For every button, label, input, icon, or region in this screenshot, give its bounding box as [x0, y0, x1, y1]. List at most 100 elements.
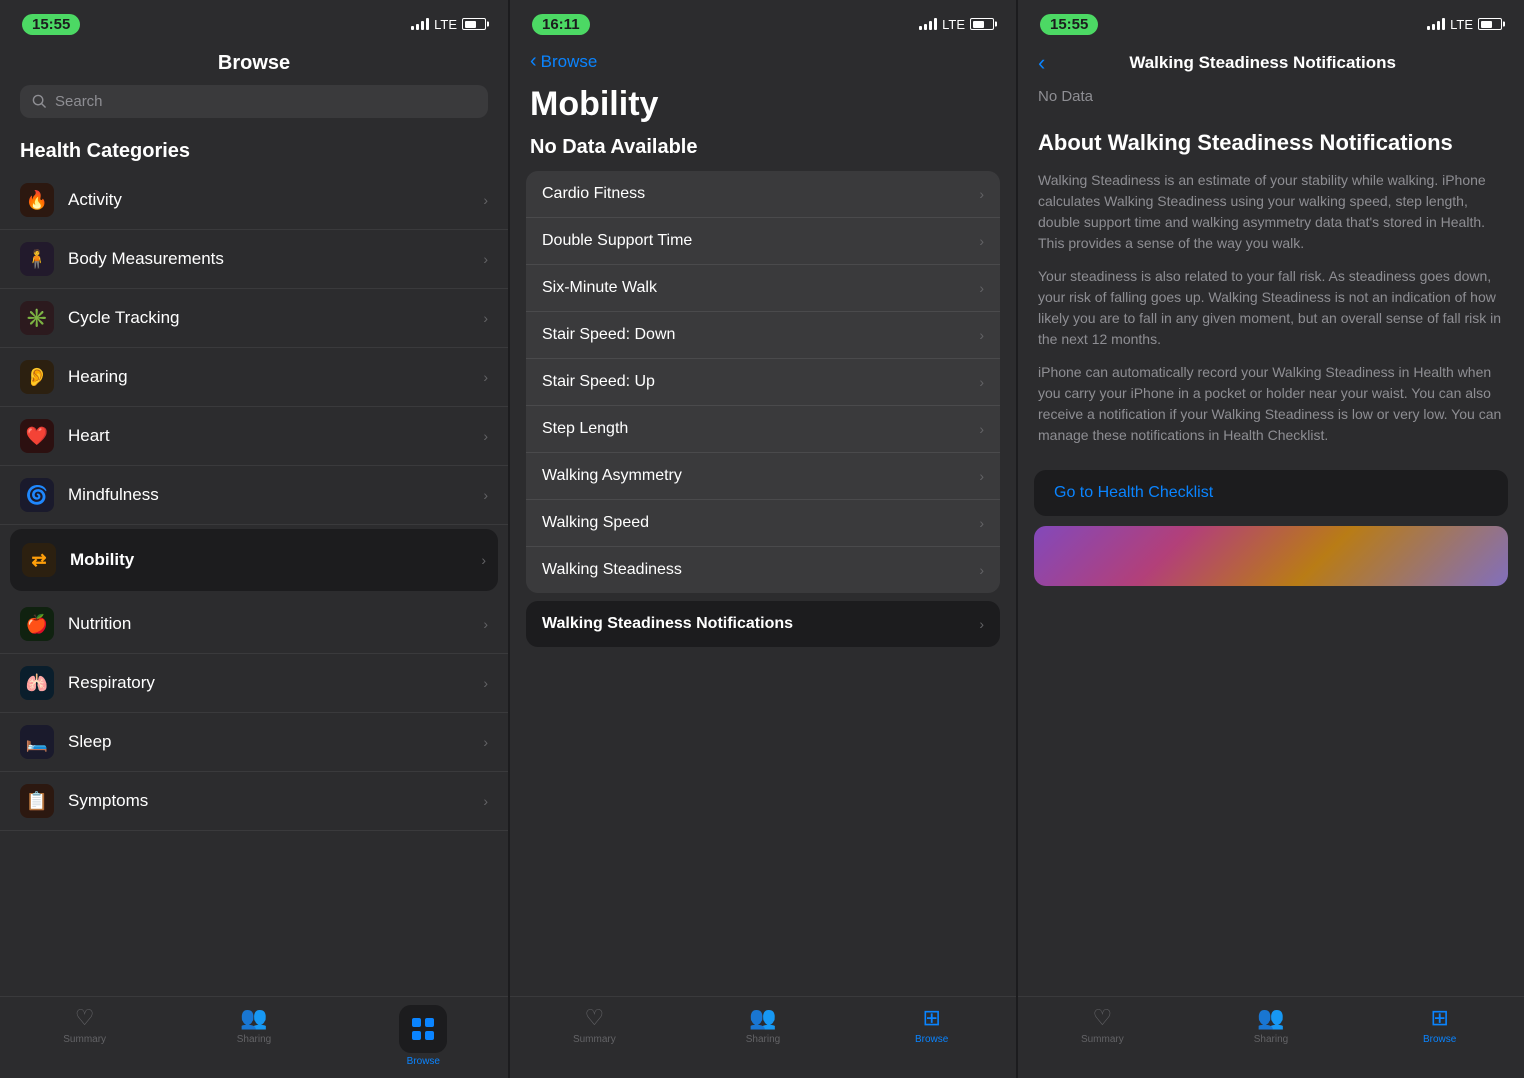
ws-paragraph-2: Your steadiness is also related to your …: [1038, 266, 1504, 350]
category-label-mindfulness: Mindfulness: [68, 485, 483, 505]
browse-header: Browse Search: [0, 44, 508, 128]
browse-tab-label: Browse: [407, 1056, 440, 1067]
back-label: Browse: [541, 52, 598, 72]
tab-browse[interactable]: ⊞ Browse: [847, 1005, 1016, 1045]
tab-sharing[interactable]: 👥 Sharing: [1187, 1005, 1356, 1045]
tab-sharing[interactable]: 👥 Sharing: [169, 1005, 338, 1045]
mobility-item-label: Stair Speed: Up: [542, 373, 979, 391]
tab-summary[interactable]: ♡ Summary: [510, 1005, 679, 1045]
category-label-cycle: Cycle Tracking: [68, 308, 483, 328]
category-item-heart[interactable]: ❤️ Heart ›: [0, 407, 508, 466]
back-chevron-icon: ‹: [1038, 50, 1045, 76]
search-bar[interactable]: Search: [20, 85, 488, 118]
status-bar: 15:55 LTE: [0, 0, 508, 44]
mobility-list: Cardio Fitness › Double Support Time › S…: [526, 171, 1000, 593]
ws-preview-image: [1034, 526, 1508, 586]
activity-icon: 🔥: [20, 183, 54, 217]
mobility-item-stair-up[interactable]: Stair Speed: Up ›: [526, 359, 1000, 406]
nav-header: ‹ Browse: [510, 44, 1016, 81]
phone-browse: 15:55 LTE Browse Search: [0, 0, 508, 1078]
status-icons: LTE: [411, 17, 486, 32]
category-item-hearing[interactable]: 👂 Hearing ›: [0, 348, 508, 407]
back-button[interactable]: ‹: [1038, 50, 1045, 76]
battery-icon: [462, 18, 486, 30]
mobility-item-label: Six-Minute Walk: [542, 279, 979, 297]
carrier-label: LTE: [434, 17, 457, 32]
chevron-icon: ›: [483, 487, 488, 503]
mobility-item-double-support[interactable]: Double Support Time ›: [526, 218, 1000, 265]
category-item-sleep[interactable]: 🛏️ Sleep ›: [0, 713, 508, 772]
category-label-nutrition: Nutrition: [68, 614, 483, 634]
category-item-cycle[interactable]: ✳️ Cycle Tracking ›: [0, 289, 508, 348]
screen-content: Browse Search Health Categories 🔥 Activi…: [0, 44, 508, 996]
mobility-item-stair-down[interactable]: Stair Speed: Down ›: [526, 312, 1000, 359]
tab-sharing[interactable]: 👥 Sharing: [679, 1005, 848, 1045]
category-item-body[interactable]: 🧍 Body Measurements ›: [0, 230, 508, 289]
mobility-item-label: Stair Speed: Down: [542, 326, 979, 344]
chevron-icon: ›: [483, 793, 488, 809]
tab-bar: ♡ Summary 👥 Sharing ⊞ Browse: [510, 996, 1016, 1078]
mobility-item-walking-asym[interactable]: Walking Asymmetry ›: [526, 453, 1000, 500]
category-label-activity: Activity: [68, 190, 483, 210]
tab-bar: ♡ Summary 👥 Sharing ⊞ Browse: [1018, 996, 1524, 1078]
category-label-respiratory: Respiratory: [68, 673, 483, 693]
category-list: 🔥 Activity › 🧍 Body Measurements › ✳️ Cy…: [0, 171, 508, 996]
sharing-tab-label: Sharing: [237, 1034, 271, 1045]
tab-browse[interactable]: ⊞ Browse: [1355, 1005, 1524, 1045]
tab-summary[interactable]: ♡ Summary: [0, 1005, 169, 1045]
tab-summary[interactable]: ♡ Summary: [1018, 1005, 1187, 1045]
browse-tab-icon: ⊞: [922, 1005, 940, 1031]
page-title: Mobility: [510, 81, 1016, 132]
mobility-item-ws-notifications[interactable]: Walking Steadiness Notifications ›: [526, 601, 1000, 647]
mobility-item-label: Step Length: [542, 420, 979, 438]
tab-browse[interactable]: Browse: [339, 1005, 508, 1067]
sharing-tab-icon: 👥: [749, 1005, 776, 1031]
body-icon: 🧍: [20, 242, 54, 276]
ws-about-section: About Walking Steadiness Notifications W…: [1018, 117, 1524, 470]
chevron-icon: ›: [979, 374, 984, 390]
search-placeholder: Search: [55, 93, 103, 110]
ws-notifications-label: Walking Steadiness Notifications: [542, 615, 979, 633]
status-bar: 15:55 LTE: [1018, 0, 1524, 44]
browse-tab-label: Browse: [1423, 1034, 1456, 1045]
tab-bar: ♡ Summary 👥 Sharing Browse: [0, 996, 508, 1078]
symptoms-icon: 📋: [20, 784, 54, 818]
mobility-item-step-length[interactable]: Step Length ›: [526, 406, 1000, 453]
category-item-mindfulness[interactable]: 🌀 Mindfulness ›: [0, 466, 508, 525]
category-item-symptoms[interactable]: 📋 Symptoms ›: [0, 772, 508, 831]
screen-content: ‹ Browse Mobility No Data Available Card…: [510, 44, 1016, 996]
chevron-icon: ›: [979, 616, 984, 632]
chevron-icon: ›: [483, 675, 488, 691]
status-icons: LTE: [1427, 17, 1502, 32]
mobility-item-six-min[interactable]: Six-Minute Walk ›: [526, 265, 1000, 312]
mobility-item-label: Walking Asymmetry: [542, 467, 979, 485]
category-item-mobility[interactable]: ⇄ Mobility ›: [10, 529, 498, 591]
sharing-tab-icon: 👥: [240, 1005, 267, 1031]
mobility-item-walking-speed[interactable]: Walking Speed ›: [526, 500, 1000, 547]
chevron-icon: ›: [483, 734, 488, 750]
mobility-item-walking-steadiness[interactable]: Walking Steadiness ›: [526, 547, 1000, 593]
category-item-activity[interactable]: 🔥 Activity ›: [0, 171, 508, 230]
nutrition-icon: 🍎: [20, 607, 54, 641]
mobility-item-label: Cardio Fitness: [542, 185, 979, 203]
sharing-tab-icon: 👥: [1257, 1005, 1284, 1031]
mobility-item-label: Walking Steadiness: [542, 561, 979, 579]
chevron-icon: ›: [483, 251, 488, 267]
signal-bars: [919, 18, 937, 30]
chevron-icon: ›: [483, 192, 488, 208]
mobility-item-label: Double Support Time: [542, 232, 979, 250]
chevron-icon: ›: [481, 552, 486, 568]
go-checklist-button[interactable]: Go to Health Checklist: [1034, 470, 1508, 516]
phone-mobility: 16:11 LTE ‹ Browse Mobility No Data Avai…: [508, 0, 1016, 1078]
cycle-icon: ✳️: [20, 301, 54, 335]
chevron-icon: ›: [483, 369, 488, 385]
category-label-symptoms: Symptoms: [68, 791, 483, 811]
category-item-respiratory[interactable]: 🫁 Respiratory ›: [0, 654, 508, 713]
category-item-nutrition[interactable]: 🍎 Nutrition ›: [0, 595, 508, 654]
heart-icon: ❤️: [20, 419, 54, 453]
search-icon: [32, 94, 47, 109]
mobility-item-cardio[interactable]: Cardio Fitness ›: [526, 171, 1000, 218]
back-button[interactable]: ‹ Browse: [530, 50, 597, 73]
category-label-body: Body Measurements: [68, 249, 483, 269]
carrier-label: LTE: [1450, 17, 1473, 32]
